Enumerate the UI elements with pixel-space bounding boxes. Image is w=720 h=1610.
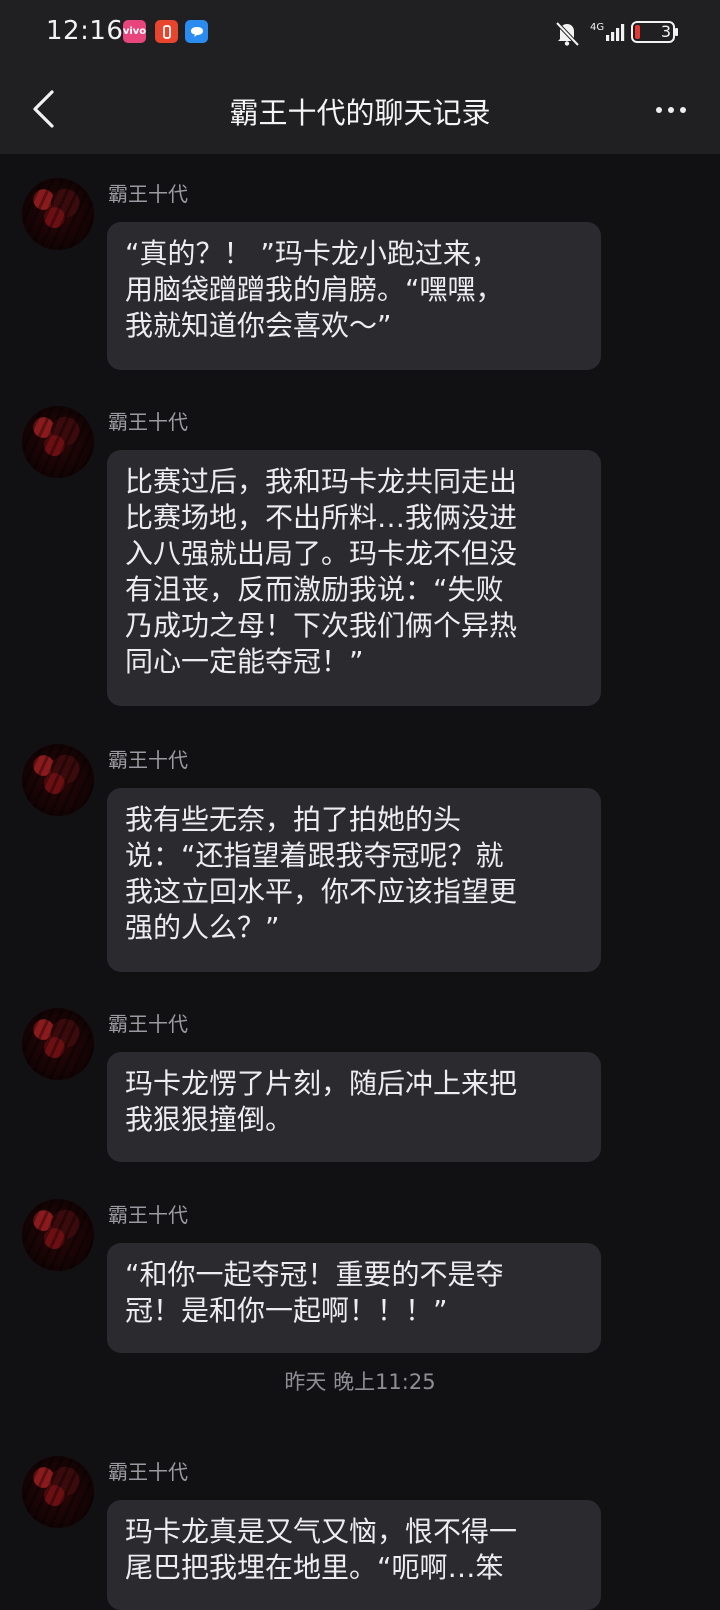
avatar[interactable] — [22, 406, 94, 478]
avatar[interactable] — [22, 1008, 94, 1080]
sender-name: 霸王十代 — [108, 1012, 188, 1036]
message-bubble[interactable]: 比赛过后，我和玛卡龙共同走出 比赛场地，不出所料…我俩没进 入八强就出局了。玛卡… — [107, 450, 601, 706]
sender-name: 霸王十代 — [108, 1460, 188, 1484]
avatar[interactable] — [22, 178, 94, 250]
avatar[interactable] — [22, 1456, 94, 1528]
message-bubble[interactable]: “真的？！ ”玛卡龙小跑过来， 用脑袋蹭蹭我的肩膀。“嘿嘿， 我就知道你会喜欢～… — [107, 222, 601, 370]
battery-level: 3 — [660, 22, 672, 41]
chat-history[interactable]: 霸王十代 “真的？！ ”玛卡龙小跑过来， 用脑袋蹭蹭我的肩膀。“嘿嘿， 我就知道… — [0, 154, 720, 1610]
message-bubble[interactable]: “和你一起夺冠！重要的不是夺 冠！是和你一起啊！！！” — [107, 1243, 601, 1353]
sender-name: 霸王十代 — [108, 1203, 188, 1227]
message-bubble[interactable]: 玛卡龙愣了片刻，随后冲上来把 我狠狠撞倒。 — [107, 1052, 601, 1162]
more-options-button[interactable] — [648, 92, 694, 128]
more-dot — [668, 107, 674, 113]
mute-bell-icon — [555, 21, 580, 47]
sender-name: 霸王十代 — [108, 410, 188, 434]
avatar[interactable] — [22, 1199, 94, 1271]
vivo-app-icon: vivo — [123, 20, 146, 43]
more-dot — [680, 107, 686, 113]
message-bubble[interactable]: 玛卡龙真是又气又恼，恨不得一 尾巴把我埋在地里。“呃啊…笨 — [107, 1500, 601, 1610]
signal-icon: 4G — [590, 22, 625, 41]
sender-name: 霸王十代 — [108, 748, 188, 772]
sender-name: 霸王十代 — [108, 182, 188, 206]
message-bubble[interactable]: 我有些无奈，拍了拍她的头 说：“还指望着跟我夺冠呢？就 我这立回水平，你不应该指… — [107, 788, 601, 972]
messenger-icon — [185, 20, 208, 43]
more-dot — [656, 107, 662, 113]
svg-text:4G: 4G — [590, 22, 604, 33]
red-app-icon — [155, 20, 178, 43]
status-bar: 12:16 vivo 4G 3 — [0, 0, 720, 66]
timestamp-divider: 昨天 晚上11:25 — [284, 1370, 436, 1394]
page-title: 霸王十代的聊天记录 — [229, 96, 491, 130]
avatar[interactable] — [22, 744, 94, 816]
status-time: 12:16 — [46, 16, 124, 46]
chat-header: 霸王十代的聊天记录 — [0, 66, 720, 154]
